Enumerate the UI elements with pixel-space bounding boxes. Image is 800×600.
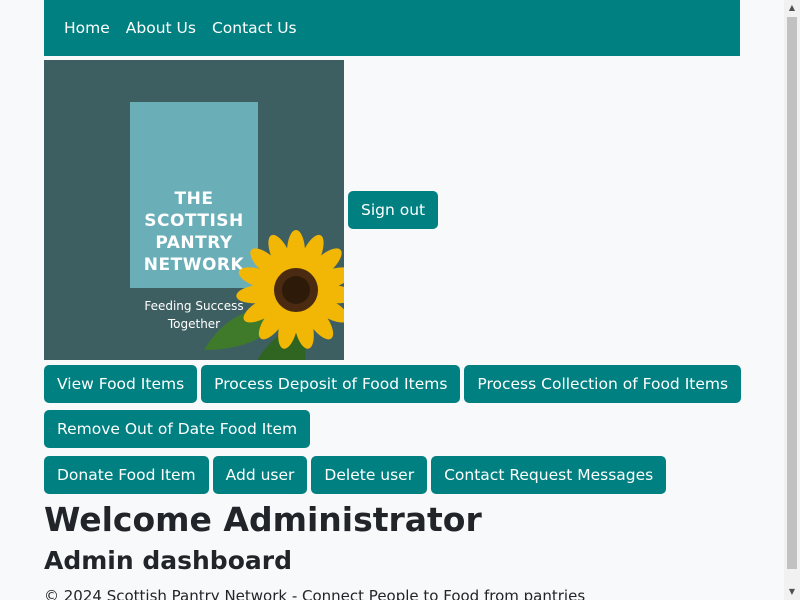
action-row-1: View Food Items Process Deposit of Food … <box>44 365 742 403</box>
contact-request-messages-button[interactable]: Contact Request Messages <box>431 456 667 494</box>
nav-about-link[interactable]: About Us <box>126 19 196 37</box>
nav-home-link[interactable]: Home <box>64 19 110 37</box>
navbar: Home About Us Contact Us <box>44 0 740 56</box>
vertical-scrollbar[interactable]: ▲ ▼ <box>784 0 800 600</box>
remove-out-of-date-button[interactable]: Remove Out of Date Food Item <box>44 410 311 448</box>
sunflower-icon <box>204 230 344 360</box>
scottish-pantry-network-logo: THE SCOTTISH PANTRY NETWORK Feeding Succ… <box>44 60 344 360</box>
add-user-button[interactable]: Add user <box>212 456 308 494</box>
delete-user-button[interactable]: Delete user <box>311 456 428 494</box>
scroll-up-arrow-icon[interactable]: ▲ <box>784 0 800 16</box>
view-food-items-button[interactable]: View Food Items <box>44 365 198 403</box>
nav-contact-link[interactable]: Contact Us <box>212 19 297 37</box>
donate-food-item-button[interactable]: Donate Food Item <box>44 456 209 494</box>
logo-row: THE SCOTTISH PANTRY NETWORK Feeding Succ… <box>44 60 439 360</box>
scroll-down-arrow-icon[interactable]: ▼ <box>784 584 800 600</box>
sign-out-button[interactable]: Sign out <box>348 191 439 229</box>
main-container: Home About Us Contact Us THE SCOTTISH PA… <box>44 0 742 600</box>
dashboard-heading: Admin dashboard <box>44 546 292 575</box>
action-row-3: Donate Food Item Add user Delete user Co… <box>44 456 667 494</box>
footer-text: © 2024 Scottish Pantry Network - Connect… <box>44 587 586 600</box>
page: Home About Us Contact Us THE SCOTTISH PA… <box>0 0 784 600</box>
process-deposit-button[interactable]: Process Deposit of Food Items <box>201 365 461 403</box>
action-row-2: Remove Out of Date Food Item <box>44 410 311 448</box>
process-collection-button[interactable]: Process Collection of Food Items <box>464 365 742 403</box>
scrollbar-thumb[interactable] <box>787 17 797 569</box>
welcome-heading: Welcome Administrator <box>44 500 482 539</box>
